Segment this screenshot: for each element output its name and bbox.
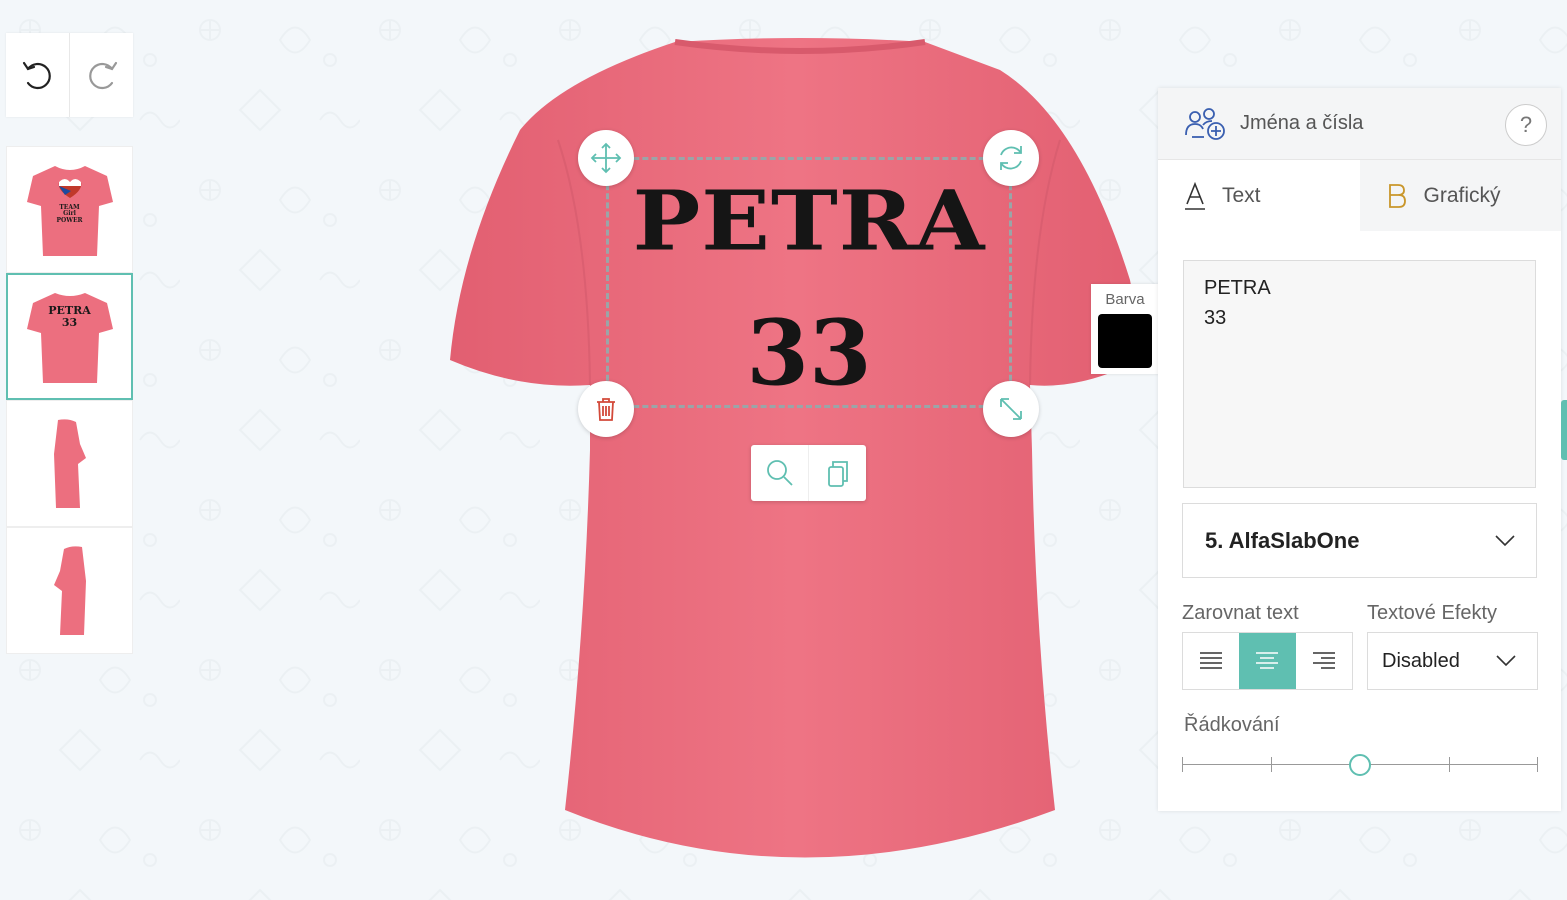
history-toolbar [6,33,133,117]
shirt-back-thumb-icon [26,292,113,383]
zoom-button[interactable] [751,445,808,501]
side-drawer-tab[interactable] [1561,400,1567,460]
names-numbers-icon [1185,107,1225,140]
chevron-down-icon [1496,655,1516,667]
move-handle[interactable] [578,130,634,186]
rotate-icon [1000,146,1022,170]
tab-graphic[interactable]: Grafický [1359,160,1561,231]
shirt-side-thumb-icon [53,418,86,508]
duplicate-button[interactable] [808,445,866,501]
thumb-left-side[interactable] [6,400,133,527]
effects-label: Textové Efekty [1367,602,1498,624]
text-editor-panel: Jména a čísla ? Text Grafický PETRA 33 5… [1158,88,1561,811]
delete-handle[interactable] [578,381,634,437]
tab-text[interactable]: Text [1158,160,1360,231]
align-right-button[interactable] [1296,633,1352,689]
design-name-text[interactable]: PETRA [606,172,1012,270]
trash-icon [597,398,615,421]
align-center-button[interactable] [1239,633,1296,689]
thumb-back[interactable]: PETRA 33 [6,273,133,400]
thumb-front[interactable]: TEAM Girl POWER [6,146,133,273]
text-effects-select[interactable]: Disabled [1367,632,1538,690]
thumb-back-line2: 33 [61,315,78,329]
line-spacing-slider[interactable] [1182,752,1538,778]
thumb-front-line3: POWER [56,216,83,224]
line-spacing-knob[interactable] [1349,754,1371,776]
panel-tabs: Text Grafický [1158,160,1561,231]
copy-icon [827,461,848,487]
align-center-icon [1256,652,1279,669]
design-number-text[interactable]: 33 [606,300,1012,406]
undo-icon [22,61,51,90]
tab-text-label: Text [1222,183,1261,207]
text-effects-value: Disabled [1382,649,1460,672]
chevron-down-icon [1495,534,1515,546]
line-spacing-label: Řádkování [1184,714,1280,736]
panel-title: Jména a čísla [1240,112,1364,134]
tab-graphic-label: Grafický [1423,183,1501,207]
undo-button[interactable] [6,33,69,117]
rotate-handle[interactable] [983,130,1039,186]
design-text-input[interactable]: PETRA 33 [1183,260,1536,488]
thumb-back-line1: PETRA [48,304,91,317]
graphic-icon [1386,182,1408,210]
help-button[interactable]: ? [1505,104,1547,146]
view-thumbnails: TEAM Girl POWER PETRA 33 [6,146,133,654]
color-swatch[interactable] [1098,314,1152,368]
resize-handle[interactable] [983,381,1039,437]
thumb-right-side[interactable] [6,527,133,654]
search-icon [766,460,793,486]
font-select-value: 5. AlfaSlabOne [1205,527,1360,553]
align-justify-button[interactable] [1183,633,1239,689]
text-icon [1184,181,1206,210]
resize-icon [1000,398,1022,420]
design-tools [751,445,866,501]
color-label: Barva [1105,291,1145,308]
redo-icon [88,61,117,90]
font-select[interactable]: 5. AlfaSlabOne [1182,503,1537,578]
align-justify-icon [1200,652,1223,669]
color-picker: Barva [1091,284,1159,374]
text-align-group [1182,632,1353,690]
move-icon [590,142,622,174]
shirt-side-thumb-icon [53,545,86,635]
align-right-icon [1312,652,1335,669]
align-label: Zarovnat text [1182,602,1299,624]
redo-button[interactable] [69,33,133,117]
panel-header: Jména a čísla ? [1158,88,1561,160]
